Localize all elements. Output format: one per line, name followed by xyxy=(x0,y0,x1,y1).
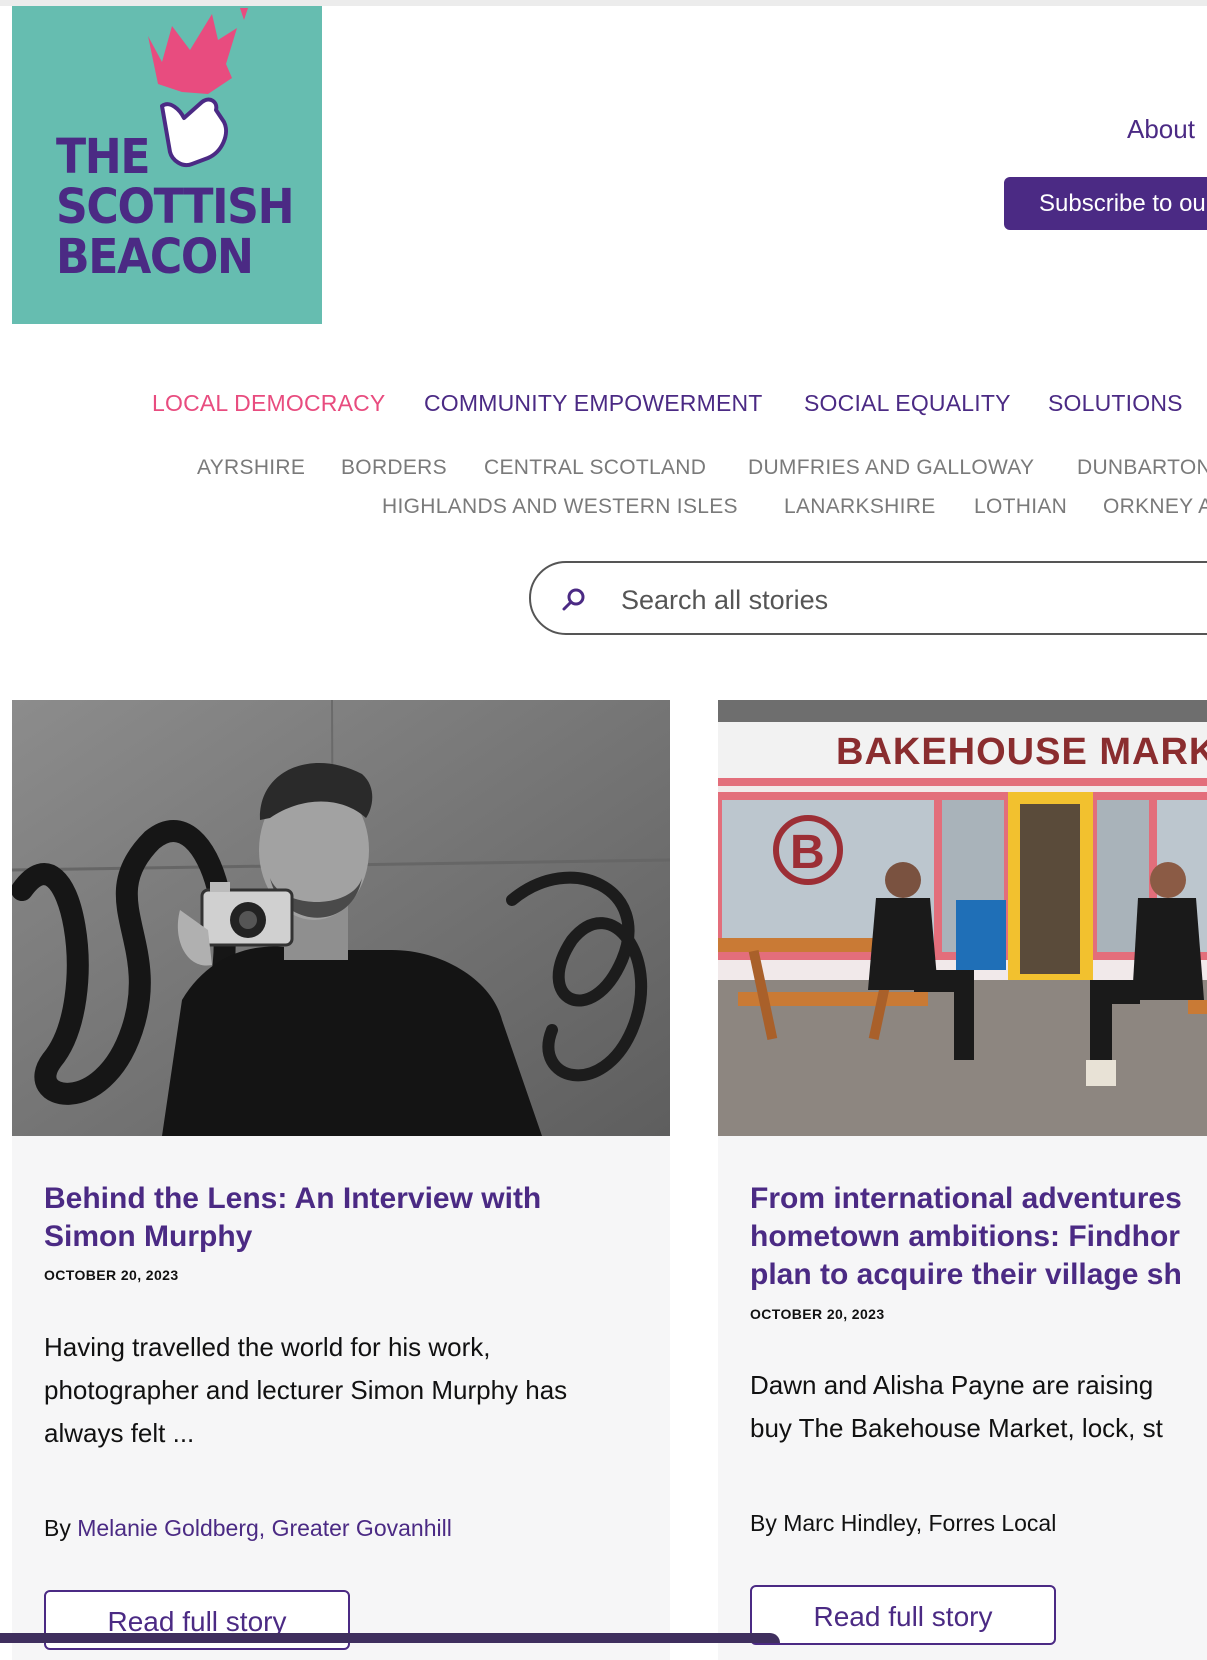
story-image-simon-murphy[interactable] xyxy=(12,700,670,1136)
story-image-bakehouse-market[interactable]: BAKEHOUSE MARK B xyxy=(718,700,1207,1136)
nav-item-local-democracy[interactable]: LOCAL DEMOCRACY xyxy=(152,390,385,417)
story-byline: By Melanie Goldberg, Greater Govanhill xyxy=(44,1515,452,1542)
main-nav: LOCAL DEMOCRACY COMMUNITY EMPOWERMENT SO… xyxy=(0,390,1207,424)
region-item-borders[interactable]: BORDERS xyxy=(341,456,447,480)
svg-text:B: B xyxy=(790,826,825,879)
region-item-dunbarton[interactable]: DUNBARTON xyxy=(1077,456,1207,480)
story-card: Behind the Lens: An Interview with Simon… xyxy=(12,700,670,1660)
nav-item-solutions[interactable]: SOLUTIONS xyxy=(1048,390,1183,417)
read-full-story-button[interactable]: Read full story xyxy=(750,1585,1056,1645)
region-nav-row1: AYRSHIRE BORDERS CENTRAL SCOTLAND DUMFRI… xyxy=(0,456,1207,486)
story-date: OCTOBER 20, 2023 xyxy=(44,1267,179,1283)
story-title[interactable]: Behind the Lens: An Interview with Simon… xyxy=(44,1180,541,1256)
story-excerpt: Having travelled the world for his work,… xyxy=(44,1332,568,1448)
region-item-dumfries-and-galloway[interactable]: DUMFRIES AND GALLOWAY xyxy=(748,456,1034,480)
search-bar[interactable] xyxy=(529,561,1207,635)
logo-text-line2: SCOTTISH xyxy=(56,179,295,235)
logo-text-line1: THE xyxy=(56,129,150,185)
nav-item-community-empowerment[interactable]: COMMUNITY EMPOWERMENT xyxy=(424,390,763,417)
bottom-overlay-bar xyxy=(0,1633,780,1643)
story-excerpt: Dawn and Alisha Payne are raising buy Th… xyxy=(750,1370,1163,1443)
subscribe-button[interactable]: Subscribe to ou xyxy=(1004,177,1207,230)
story-card: BAKEHOUSE MARK B From international adve… xyxy=(718,700,1207,1660)
story-byline: By Marc Hindley, Forres Local xyxy=(750,1510,1057,1536)
region-item-lanarkshire[interactable]: LANARKSHIRE xyxy=(784,495,936,519)
region-item-orkney[interactable]: ORKNEY A xyxy=(1103,495,1207,519)
search-icon[interactable] xyxy=(559,585,589,615)
site-logo[interactable]: THE SCOTTISH BEACON xyxy=(12,6,322,324)
region-nav-row2: HIGHLANDS AND WESTERN ISLES LANARKSHIRE … xyxy=(0,495,1207,525)
logo-text-line3: BEACON xyxy=(56,229,254,285)
region-item-central-scotland[interactable]: CENTRAL SCOTLAND xyxy=(484,456,706,480)
author-link[interactable]: Melanie Goldberg, Greater Govanhill xyxy=(77,1515,452,1541)
story-title[interactable]: From international adventures hometown a… xyxy=(750,1180,1182,1294)
region-item-highlands-and-western-isles[interactable]: HIGHLANDS AND WESTERN ISLES xyxy=(382,495,738,519)
search-input[interactable] xyxy=(619,577,1183,623)
region-item-lothian[interactable]: LOTHIAN xyxy=(974,495,1067,519)
nav-item-social-equality[interactable]: SOCIAL EQUALITY xyxy=(804,390,1011,417)
byline-prefix: By xyxy=(44,1515,78,1541)
story-date: OCTOBER 20, 2023 xyxy=(750,1306,885,1322)
svg-text:BAKEHOUSE MARK: BAKEHOUSE MARK xyxy=(836,731,1207,773)
region-item-ayrshire[interactable]: AYRSHIRE xyxy=(197,456,305,480)
about-link[interactable]: About xyxy=(1127,114,1195,145)
